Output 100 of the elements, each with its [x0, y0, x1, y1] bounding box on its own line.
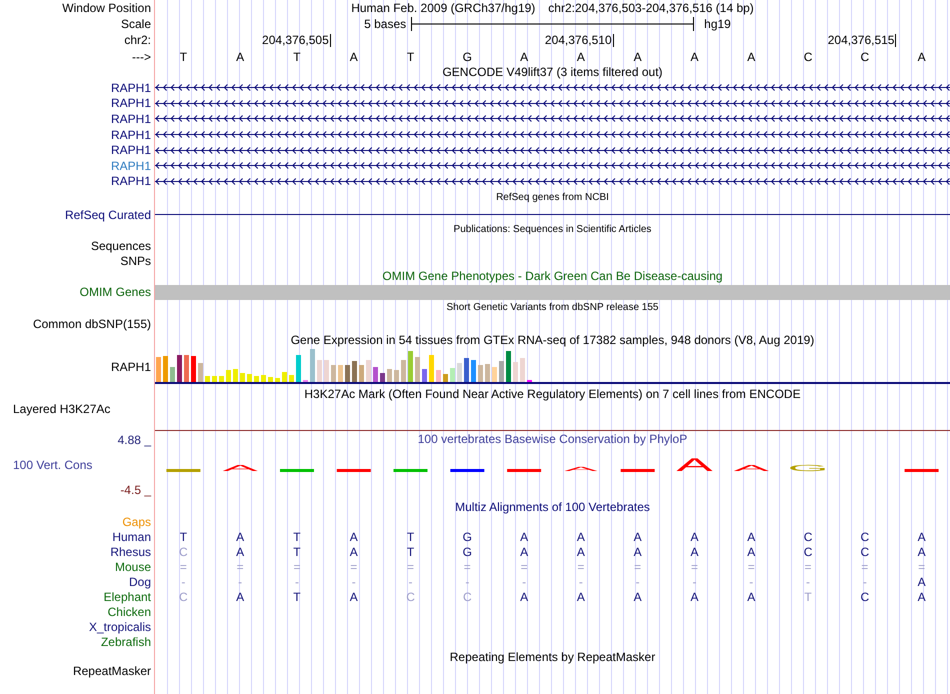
coordinate-label: 204,376,505	[262, 34, 331, 46]
logo-letter: A	[734, 463, 769, 474]
gene-label: RAPH1	[110, 158, 151, 173]
base-letter: -	[238, 574, 242, 589]
gene-label: RAPH1	[110, 96, 151, 110]
base-letter: A	[634, 530, 642, 544]
base-letter: -	[692, 574, 696, 589]
track-title: H3K27Ac Mark (Often Found Near Active Regulatory Elements) on 7 cell lines from ENCODE	[304, 387, 801, 402]
base-letter: A	[918, 590, 926, 604]
track-label: SNPs	[120, 254, 151, 268]
base-letter: =	[804, 560, 812, 574]
base-letter: A	[918, 50, 926, 64]
base-letter: -	[294, 574, 299, 589]
base-letter: T	[180, 50, 188, 64]
base-letter: A	[350, 544, 358, 559]
base-letter: A	[350, 530, 358, 544]
track-title: RefSeq genes from NCBI	[496, 191, 609, 206]
base-letter: -	[636, 574, 640, 589]
base-letter: =	[861, 560, 868, 574]
track-label: Window Position	[62, 1, 151, 15]
species-label: Zebrafish	[100, 634, 151, 649]
base-letter: A	[690, 50, 698, 64]
species-label: X_tropicalis	[88, 620, 151, 634]
axis-max-label: 4.88 _	[118, 433, 151, 448]
base-letter: A	[520, 50, 528, 64]
base-letter: A	[520, 544, 528, 559]
base-letter: T	[406, 50, 414, 64]
assembly-name: hg19	[704, 16, 731, 30]
track-label: Common dbSNP(155)	[32, 316, 151, 331]
coordinate-label: 204,376,515	[828, 34, 896, 46]
gene-label: RAPH1	[110, 112, 151, 126]
track-label: OMIM Genes	[80, 285, 151, 300]
axis-min-label: -4.5 _	[120, 483, 151, 498]
base-letter: =	[180, 560, 187, 574]
track-label: 100 Vert. Cons	[13, 458, 92, 472]
track-title: OMIM Gene Phenotypes - Dark Green Can Be Disease-causing	[382, 269, 723, 284]
base-letter: C	[860, 544, 870, 559]
species-label: Dog	[128, 574, 151, 589]
base-letter: -	[862, 574, 867, 589]
base-letter: =	[407, 560, 414, 574]
base-letter: A	[747, 590, 756, 604]
track-label: Sequences	[90, 238, 151, 253]
base-letter: =	[350, 560, 358, 574]
base-letter: A	[520, 530, 528, 544]
base-letter: A	[747, 50, 756, 64]
track-title: Gene Expression in 54 tissues from GTEx RNA-seq of 17382 samples, 948 donors (V8, Aug 2019)	[290, 332, 814, 347]
species-label: Mouse	[114, 560, 151, 574]
base-letter: -	[408, 574, 413, 589]
position-text: chr2:204,376,503-204,376,516 (14 bp)	[548, 1, 754, 15]
base-letter: C	[406, 590, 415, 604]
base-letter: -	[465, 574, 470, 589]
base-letter: =	[748, 560, 755, 574]
base-letter: A	[236, 544, 244, 559]
base-letter: A	[690, 530, 698, 544]
base-letter: =	[918, 560, 926, 574]
logo-letter: A	[676, 454, 713, 476]
base-letter: A	[918, 530, 926, 544]
base-letter: A	[350, 590, 358, 604]
base-letter: A	[634, 590, 642, 604]
base-letter: A	[690, 590, 698, 604]
base-letter: G	[462, 544, 472, 559]
base-letter: T	[293, 544, 301, 559]
base-letter: A	[747, 530, 756, 544]
base-letter: A	[236, 530, 244, 544]
base-letter: -	[352, 574, 356, 589]
track-label: RAPH1	[110, 360, 151, 374]
base-letter: -	[181, 574, 186, 589]
base-letter: -	[522, 574, 526, 589]
track-title: Repeating Elements by RepeatMasker	[450, 650, 656, 664]
base-letter: C	[179, 590, 188, 604]
track-label: Layered H3K27Ac	[13, 402, 110, 416]
base-letter: C	[860, 590, 870, 604]
base-letter: A	[576, 590, 585, 604]
base-letter: A	[236, 50, 244, 64]
gene-label: RAPH1	[110, 128, 151, 142]
base-letter: C	[179, 544, 188, 559]
base-letter: A	[236, 590, 244, 604]
base-letter: =	[690, 560, 698, 574]
base-letter: T	[293, 50, 301, 64]
logo-letter: A	[222, 463, 258, 474]
base-letter: G	[462, 50, 472, 64]
base-letter: =	[464, 560, 471, 574]
base-letter: T	[293, 530, 301, 544]
gene-label: RAPH1	[110, 174, 151, 188]
track-label: RepeatMasker	[72, 664, 151, 678]
species-label: Rhesus	[110, 544, 151, 559]
base-letter: T	[406, 530, 414, 544]
base-letter: T	[406, 544, 414, 559]
base-letter: =	[236, 560, 244, 574]
base-letter: T	[804, 590, 812, 604]
base-letter: C	[804, 50, 812, 64]
base-letter: A	[918, 574, 926, 589]
base-letter: A	[690, 544, 698, 559]
track-title: Short Genetic Variants from dbSNP release 155	[446, 301, 658, 316]
track-title: GENCODE V49lift37 (3 items filtered out)	[442, 65, 663, 79]
base-letter: =	[634, 560, 642, 574]
track-title: Publications: Sequences in Scientific Articles	[454, 223, 652, 238]
track-label: Gaps	[122, 514, 151, 529]
base-letter: C	[804, 530, 812, 544]
track-title: 100 vertebrates Basewise Conservation by PhyloP	[418, 431, 688, 448]
